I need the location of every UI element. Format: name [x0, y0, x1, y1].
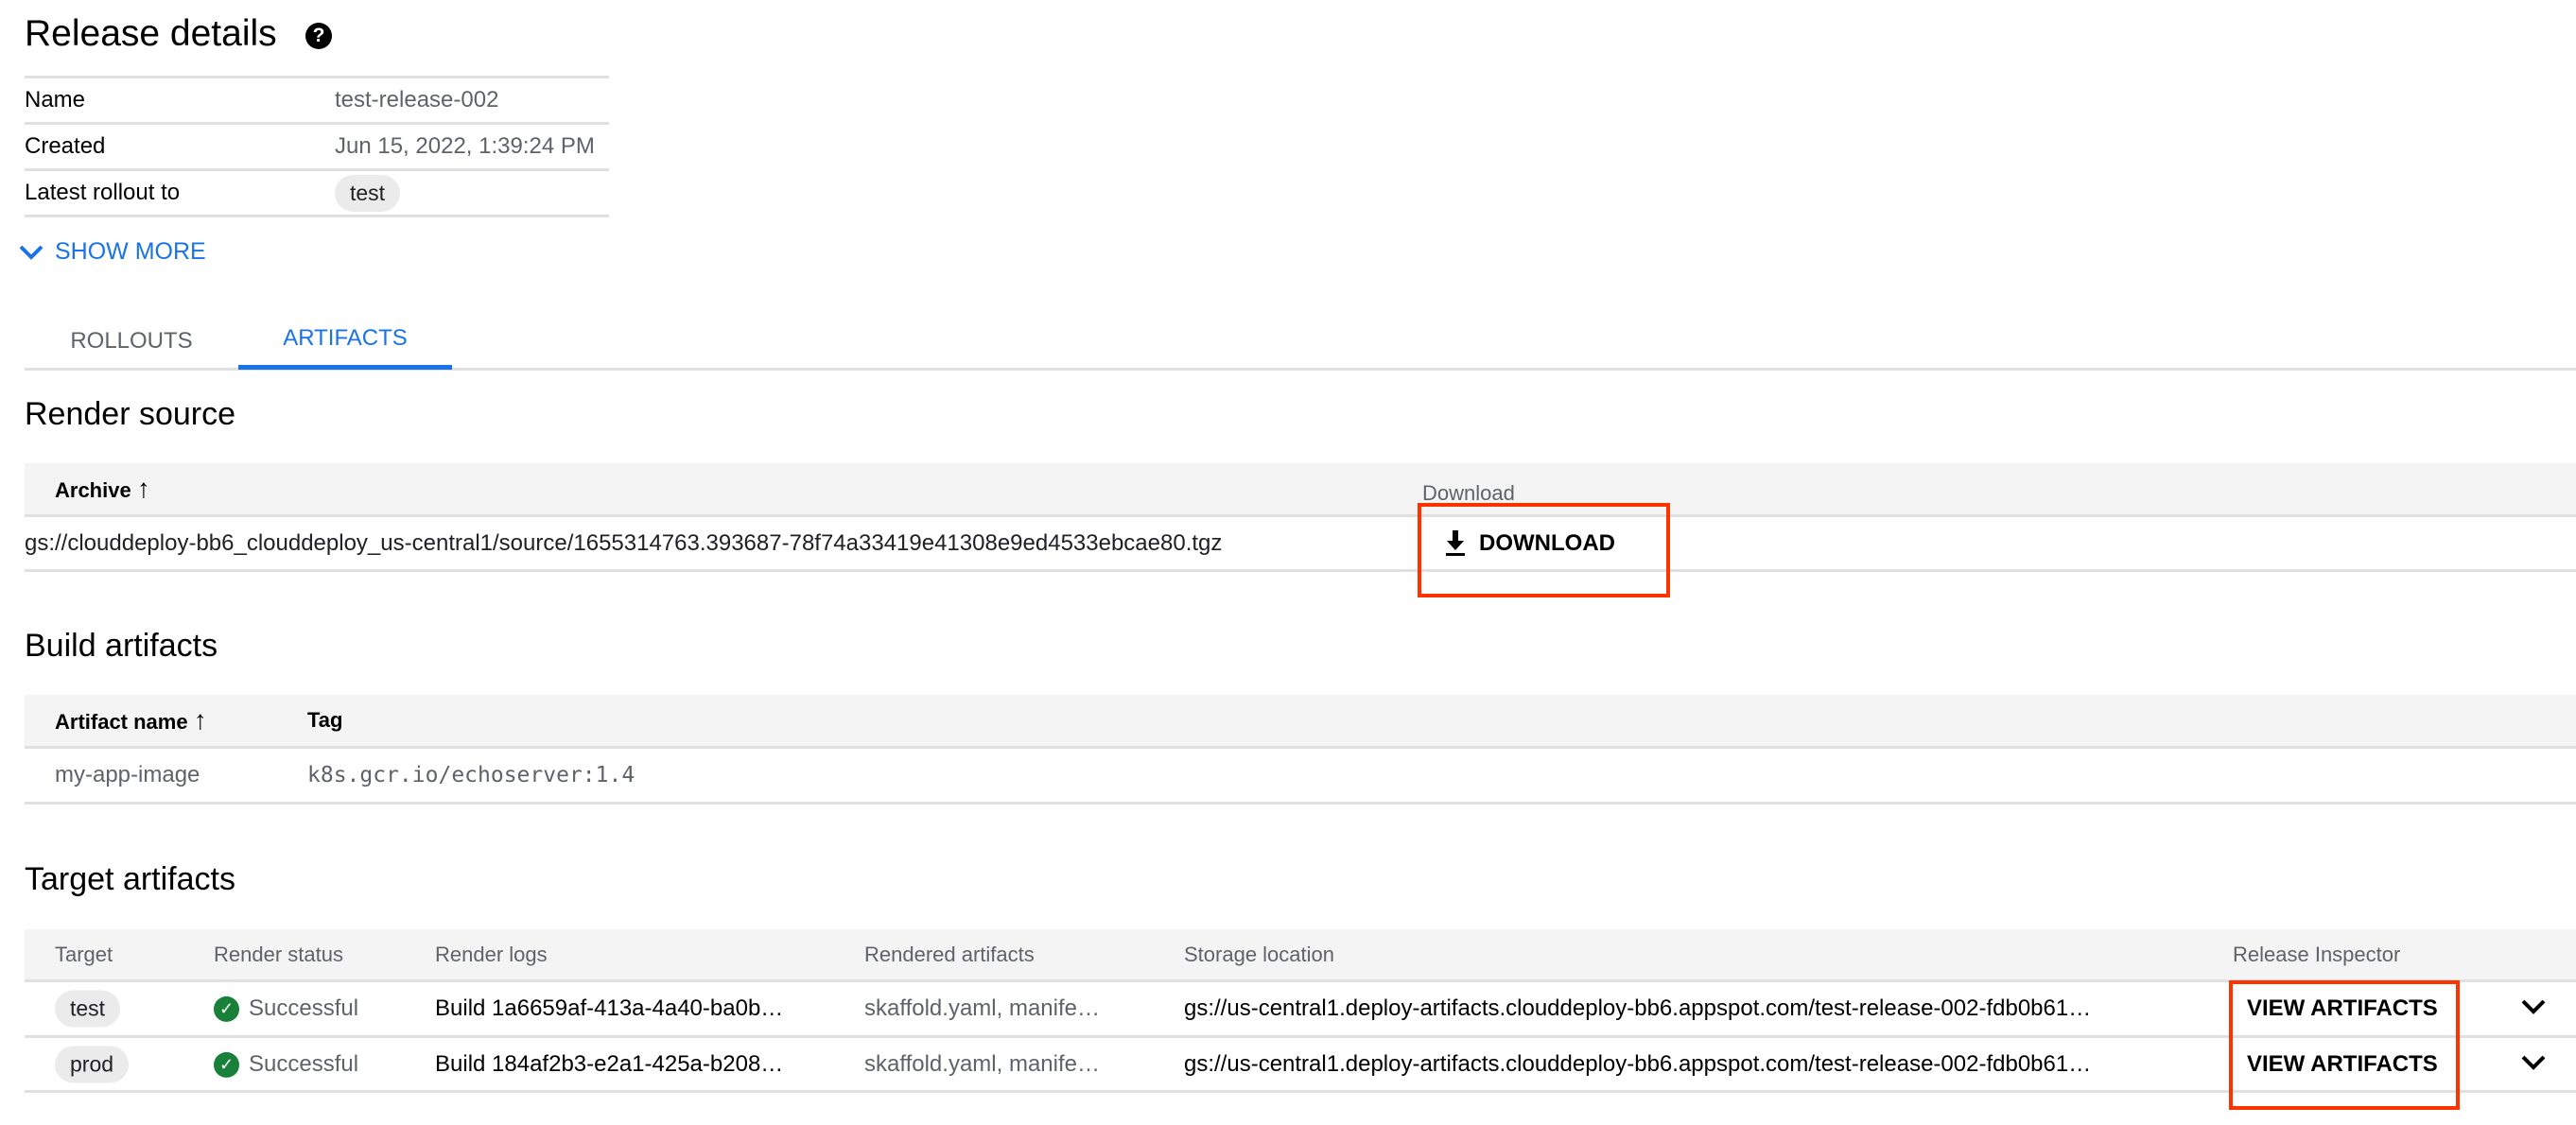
target-chip[interactable]: test: [335, 174, 401, 212]
column-header-target: Target: [55, 942, 113, 966]
target-chip[interactable]: prod: [55, 1046, 130, 1082]
artifact-tag: k8s.gcr.io/echoserver:1.4: [307, 763, 635, 788]
detail-row-name: Name test-release-002: [25, 78, 609, 125]
tab-artifacts[interactable]: ARTIFACTS: [238, 312, 452, 370]
highlight-box: [2229, 980, 2460, 1110]
build-artifacts-heading: Build artifacts: [25, 628, 218, 664]
sort-arrow-up-icon: ↑: [136, 474, 150, 503]
detail-label: Latest rollout to: [25, 180, 181, 205]
page-title: Release details: [25, 13, 277, 54]
table-header: Target Render status Render logs Rendere…: [25, 929, 2576, 982]
rendered-artifacts: skaffold.yaml, manife…: [864, 995, 1100, 1021]
help-circle-icon[interactable]: ?: [305, 23, 332, 49]
table-row: test ✓ Successful Build 1a6659af-413a-4a4…: [25, 982, 2576, 1038]
tab-rollouts[interactable]: ROLLOUTS: [25, 312, 238, 371]
show-more-button[interactable]: SHOW MORE: [19, 238, 206, 266]
column-header-storage-location: Storage location: [1184, 942, 1334, 966]
render-status: ✓ Successful: [214, 1050, 358, 1078]
expand-chevron-icon[interactable]: [2521, 1051, 2546, 1078]
detail-value: Jun 15, 2022, 1:39:24 PM: [335, 133, 595, 159]
archive-path: gs://clouddeploy-bb6_clouddeploy_us-cent…: [25, 529, 1223, 556]
sort-arrow-up-icon: ↑: [193, 705, 207, 735]
column-header-artifact-name[interactable]: Artifact name ↑: [55, 705, 207, 736]
check-circle-icon: ✓: [214, 996, 239, 1023]
render-source-table: Archive ↑ Download gs://clouddeploy-bb6_…: [25, 463, 2576, 572]
build-artifacts-table: Artifact name ↑ Tag my-app-image k8s.gcr…: [25, 695, 2576, 805]
detail-label: Name: [25, 87, 86, 112]
render-logs-link[interactable]: Build 1a6659af-413a-4a40-ba0b…: [435, 995, 783, 1022]
show-more-label: SHOW MORE: [55, 238, 206, 265]
column-header-archive[interactable]: Archive ↑: [55, 474, 150, 504]
target-artifacts-table: Target Render status Render logs Rendere…: [25, 929, 2576, 1093]
storage-location-link[interactable]: gs://us-central1.deploy-artifacts.cloudd…: [1184, 1051, 2091, 1078]
table-row: gs://clouddeploy-bb6_clouddeploy_us-cent…: [25, 517, 2576, 572]
detail-value: test-release-002: [335, 87, 499, 112]
render-logs-link[interactable]: Build 184af2b3-e2a1-425a-b208…: [435, 1051, 783, 1078]
highlight-box: [1418, 503, 1670, 597]
column-header-render-status: Render status: [214, 942, 343, 966]
detail-label: Created: [25, 133, 106, 159]
rendered-artifacts: skaffold.yaml, manife…: [864, 1050, 1100, 1077]
artifact-name: my-app-image: [55, 762, 200, 788]
check-circle-icon: ✓: [214, 1051, 239, 1078]
column-header-tag: Tag: [307, 708, 343, 732]
expand-chevron-icon[interactable]: [2521, 995, 2546, 1022]
render-source-heading: Render source: [25, 396, 236, 432]
column-header-rendered-artifacts: Rendered artifacts: [864, 942, 1035, 966]
render-status: ✓ Successful: [214, 995, 358, 1023]
detail-row-created: Created Jun 15, 2022, 1:39:24 PM: [25, 125, 609, 171]
tab-bar: ROLLOUTS ARTIFACTS: [25, 312, 2576, 371]
column-header-release-inspector: Release Inspector: [2233, 942, 2401, 966]
table-header: Artifact name ↑ Tag: [25, 695, 2576, 749]
table-row: my-app-image k8s.gcr.io/echoserver:1.4: [25, 749, 2576, 805]
detail-row-latest-rollout: Latest rollout to test: [25, 171, 609, 217]
release-details-table: Name test-release-002 Created Jun 15, 2022…: [25, 76, 609, 217]
column-header-render-logs: Render logs: [435, 942, 548, 966]
table-header: Archive ↑ Download: [25, 463, 2576, 517]
chevron-down-icon: [19, 245, 44, 260]
storage-location-link[interactable]: gs://us-central1.deploy-artifacts.cloudd…: [1184, 995, 2091, 1022]
target-chip[interactable]: test: [55, 990, 121, 1028]
table-row: prod ✓ Successful Build 184af2b3-e2a1-425…: [25, 1038, 2576, 1093]
target-artifacts-heading: Target artifacts: [25, 861, 235, 897]
